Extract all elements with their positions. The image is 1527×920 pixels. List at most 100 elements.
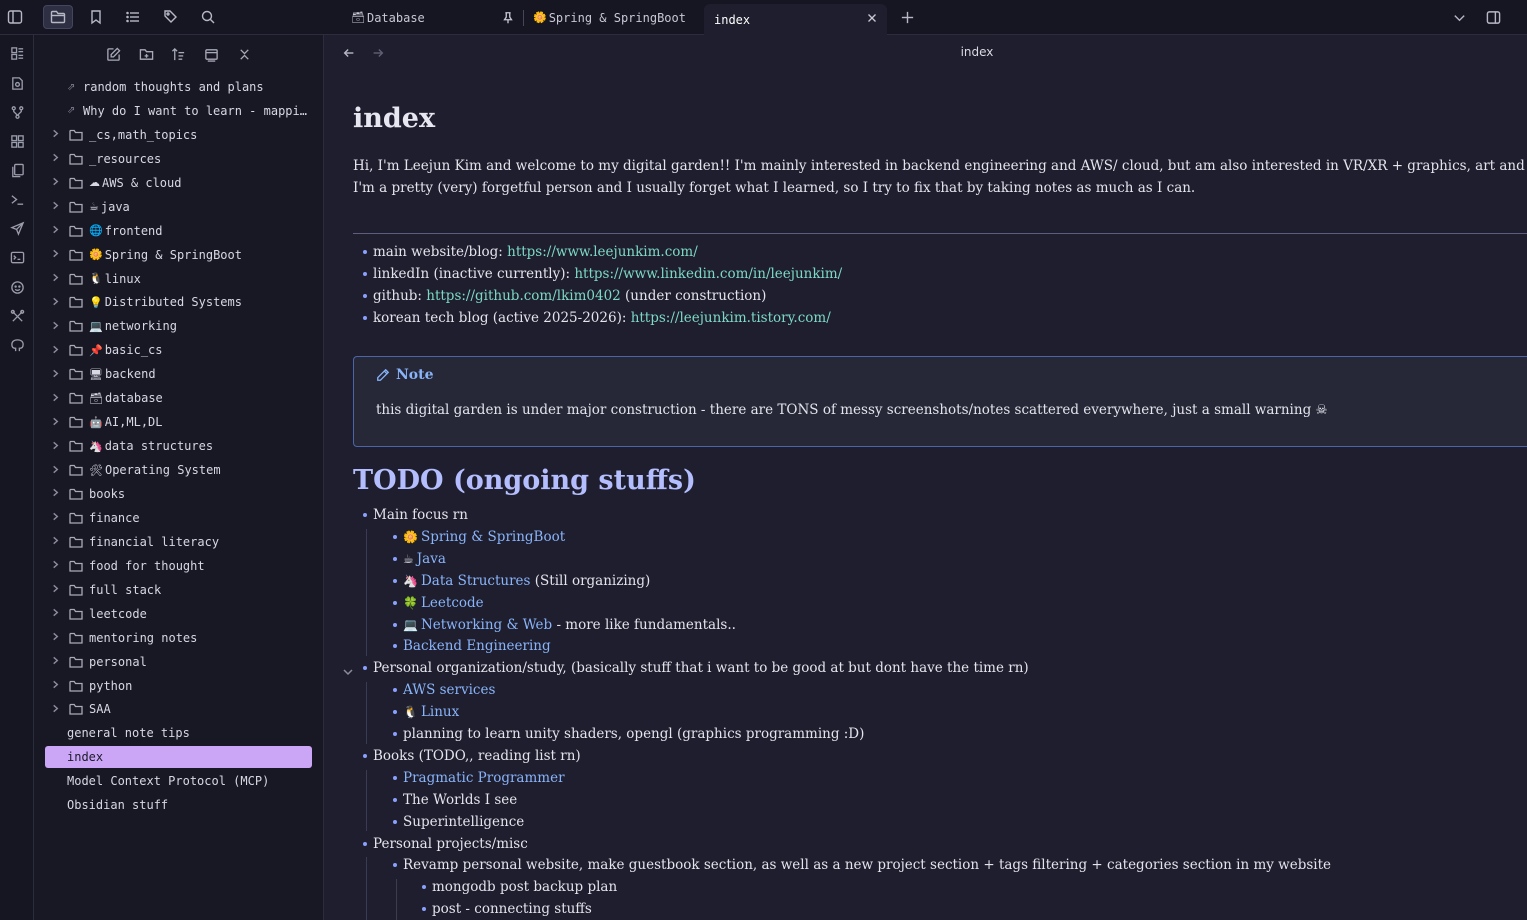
right-sidebar-toggle-icon[interactable] — [1482, 7, 1504, 27]
tree-folder[interactable]: mentoring notes — [45, 627, 312, 649]
tree-folder[interactable]: 🖥 backend — [45, 363, 312, 385]
tab-spring-springboot[interactable]: 🌼 Spring & SpringBoot — [523, 4, 705, 31]
tree-folder[interactable]: python — [45, 675, 312, 697]
internal-link[interactable]: Java — [417, 551, 446, 567]
internal-link[interactable]: Linux — [421, 704, 459, 720]
tree-note[interactable]: ⇗ random thoughts and plans — [45, 76, 312, 98]
tree-file[interactable]: index — [45, 746, 312, 769]
external-link[interactable]: https://www.leejunkim.com/ — [507, 244, 698, 260]
chevron-down-icon[interactable] — [1448, 7, 1470, 27]
external-link[interactable]: https://leejunkim.tistory.com/ — [631, 310, 831, 326]
chevron-right-icon[interactable] — [51, 344, 63, 357]
chevron-right-icon[interactable] — [51, 176, 63, 189]
chevron-right-icon[interactable] — [51, 607, 63, 620]
internal-link[interactable]: Spring & SpringBoot — [421, 529, 565, 545]
tree-note[interactable]: ⇗ Why do I want to learn - mappi… — [45, 100, 312, 122]
chevron-right-icon[interactable] — [51, 655, 63, 668]
tree-folder[interactable]: 💻 networking — [45, 315, 312, 337]
chevron-right-icon[interactable] — [51, 320, 63, 333]
bookmark-icon[interactable] — [81, 5, 111, 29]
close-icon[interactable] — [232, 43, 256, 65]
tree-folder[interactable]: 🌐 frontend — [45, 220, 312, 242]
tab-index[interactable]: index — [704, 4, 887, 35]
internal-link[interactable]: Pragmatic Programmer — [403, 770, 565, 786]
chevron-right-icon[interactable] — [51, 296, 63, 309]
tree-folder[interactable]: books — [45, 483, 312, 505]
tools-icon[interactable] — [4, 304, 30, 328]
chevron-right-icon[interactable] — [51, 200, 63, 213]
chevron-right-icon[interactable] — [51, 440, 63, 453]
pages-icon[interactable] — [4, 158, 30, 182]
chevron-right-icon[interactable] — [51, 583, 63, 596]
tags-icon[interactable] — [156, 5, 186, 29]
new-folder-icon[interactable] — [134, 43, 158, 65]
search-icon[interactable] — [193, 5, 223, 29]
tree-folder[interactable]: personal — [45, 651, 312, 673]
chevron-right-icon[interactable] — [51, 392, 63, 405]
tab-database[interactable]: 🗃 Database — [341, 4, 523, 31]
tree-folder[interactable]: 📌 basic_cs — [45, 339, 312, 361]
internal-link[interactable]: AWS services — [403, 682, 495, 698]
tree-folder[interactable]: 🌼 Spring & SpringBoot — [45, 244, 312, 266]
folder-icon[interactable] — [43, 5, 73, 29]
internal-link[interactable]: Leetcode — [421, 595, 484, 611]
tree-folder[interactable]: food for thought — [45, 555, 312, 577]
tree-folder[interactable]: 🤖 AI,ML,DL — [45, 411, 312, 433]
chevron-right-icon[interactable] — [51, 368, 63, 381]
tree-folder[interactable]: full stack — [45, 579, 312, 601]
chevron-right-icon[interactable] — [51, 703, 63, 716]
tree-folder[interactable]: 🦄 data structures — [45, 435, 312, 457]
internal-link[interactable]: Backend Engineering — [403, 638, 551, 654]
pin-icon[interactable] — [501, 11, 515, 25]
external-link[interactable]: https://www.linkedin.com/in/leejunkim/ — [574, 266, 842, 282]
graph-open-icon[interactable] — [4, 71, 30, 95]
external-link[interactable]: https://github.com/lkim0402 — [426, 288, 620, 304]
internal-link[interactable]: Networking & Web — [421, 617, 552, 633]
new-tab-icon[interactable] — [896, 7, 918, 27]
tree-folder[interactable]: leetcode — [45, 603, 312, 625]
terminal-icon[interactable] — [4, 187, 30, 211]
tree-folder[interactable]: ☕ java — [45, 196, 312, 218]
tree-folder[interactable]: finance — [45, 507, 312, 529]
chevron-right-icon[interactable] — [51, 272, 63, 285]
tree-folder[interactable]: _cs,math_topics — [45, 124, 312, 146]
chevron-right-icon[interactable] — [51, 248, 63, 261]
internal-link[interactable]: Data Structures — [421, 573, 531, 589]
tree-folder[interactable]: 💡 Distributed Systems — [45, 291, 312, 313]
chevron-right-icon[interactable] — [51, 535, 63, 548]
list-icon[interactable] — [118, 5, 148, 29]
chevron-right-icon[interactable] — [51, 464, 63, 477]
chevron-right-icon[interactable] — [51, 416, 63, 429]
send-icon[interactable] — [4, 216, 30, 240]
tree-file[interactable]: Obsidian stuff — [45, 794, 312, 816]
tree-file[interactable]: Model Context Protocol (MCP) — [45, 770, 312, 792]
github-icon[interactable] — [4, 333, 30, 357]
chevron-right-icon[interactable] — [51, 128, 63, 141]
console-icon[interactable] — [4, 245, 30, 269]
sidebar-toggle-icon[interactable] — [0, 5, 30, 29]
tree-folder[interactable]: 🛠 Operating System — [45, 459, 312, 481]
branches-icon[interactable] — [4, 100, 30, 124]
face-icon[interactable] — [4, 275, 30, 299]
tree-folder[interactable]: _resources — [45, 148, 312, 170]
chevron-right-icon[interactable] — [51, 679, 63, 692]
sort-icon[interactable] — [166, 43, 190, 65]
tree-folder[interactable]: ☁ AWS & cloud — [45, 172, 312, 194]
close-tab-icon[interactable] — [865, 11, 879, 25]
chevron-down-icon[interactable] — [342, 663, 354, 676]
chevron-right-icon[interactable] — [51, 559, 63, 572]
new-note-icon[interactable] — [101, 43, 125, 65]
chevron-right-icon[interactable] — [51, 631, 63, 644]
tree-folder[interactable]: SAA — [45, 698, 312, 720]
tree-folder[interactable]: financial literacy — [45, 531, 312, 553]
chevron-right-icon[interactable] — [51, 511, 63, 524]
switcher-icon[interactable] — [4, 41, 30, 65]
chevron-right-icon[interactable] — [51, 487, 63, 500]
tree-folder[interactable]: 🐧 linux — [45, 268, 312, 290]
canvas-icon[interactable] — [4, 129, 30, 153]
tree-folder[interactable]: 🗃 database — [45, 387, 312, 409]
chevron-right-icon[interactable] — [51, 224, 63, 237]
collapse-all-icon[interactable] — [199, 43, 223, 65]
tree-file[interactable]: general note tips — [45, 722, 312, 744]
chevron-right-icon[interactable] — [51, 152, 63, 165]
